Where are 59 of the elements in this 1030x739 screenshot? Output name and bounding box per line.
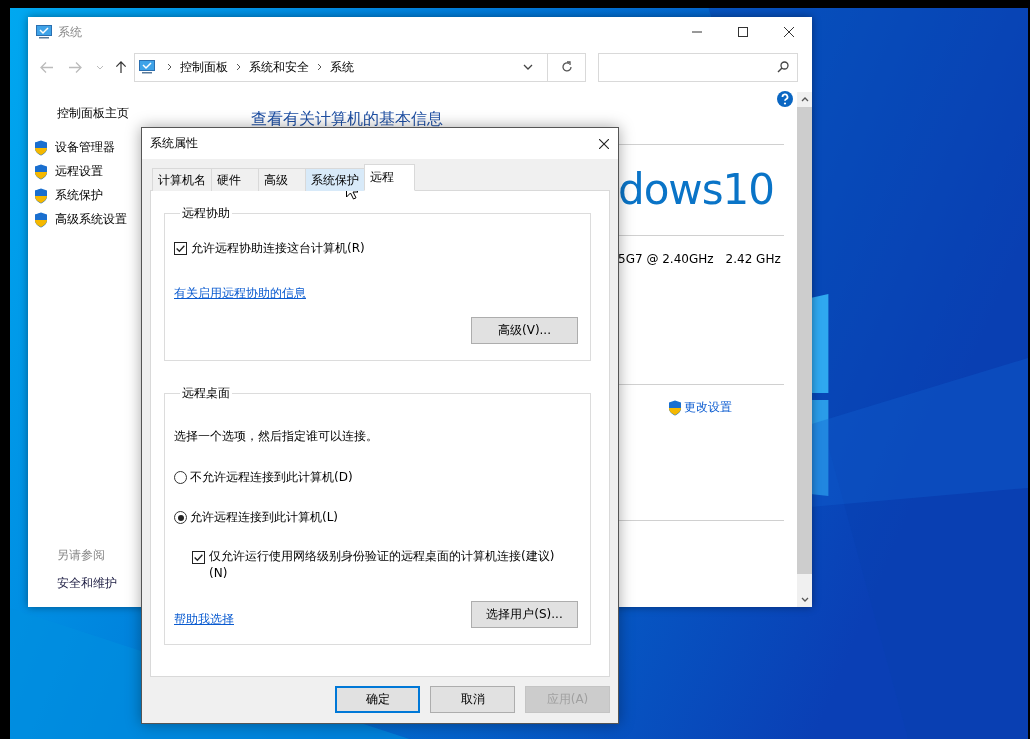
scroll-down-icon[interactable] xyxy=(800,597,809,602)
page-heading: 查看有关计算机的基本信息 xyxy=(251,109,443,130)
sidebar-link[interactable]: 远程设置 xyxy=(55,163,103,180)
radio-button[interactable] xyxy=(174,511,187,524)
breadcrumb-item[interactable]: 系统和安全 xyxy=(249,58,309,76)
change-settings-link[interactable]: 更改设置 xyxy=(684,399,732,416)
sidebar-link[interactable]: 设备管理器 xyxy=(55,139,115,156)
checkbox-label[interactable]: 仅允许运行使用网络级别身份验证的远程桌面的计算机连接(建议)(N) xyxy=(209,548,559,582)
shield-icon xyxy=(34,187,48,204)
search-icon xyxy=(777,61,789,73)
windows-logo-text: dows10 xyxy=(618,164,775,216)
group-label: 远程桌面 xyxy=(181,385,231,402)
tab[interactable]: 高级 xyxy=(258,168,306,191)
dialog-button[interactable]: 确定 xyxy=(335,686,420,713)
checkbox-label[interactable]: 允许远程协助连接这台计算机(R) xyxy=(191,240,365,257)
processor-speed: 2.42 GHz xyxy=(725,252,781,266)
tab[interactable]: 远程 xyxy=(364,164,415,191)
section-heading: 另请参阅 xyxy=(57,547,105,564)
sidebar-link[interactable]: 系统保护 xyxy=(55,187,103,204)
shield-icon xyxy=(668,399,682,416)
checkbox[interactable] xyxy=(174,242,187,255)
shield-icon xyxy=(34,139,48,156)
radio-label[interactable]: 不允许远程连接到此计算机(D) xyxy=(190,469,353,486)
tab[interactable]: 系统保护 xyxy=(305,168,365,191)
refresh-icon xyxy=(560,61,573,73)
breadcrumb-item[interactable]: 系统 xyxy=(330,58,354,76)
group-label: 远程协助 xyxy=(181,205,231,222)
sidebar-link[interactable]: 控制面板主页 xyxy=(57,105,129,122)
scroll-up-icon[interactable] xyxy=(800,97,809,102)
select-users-button[interactable]: 选择用户(S)... xyxy=(471,601,578,628)
search-field[interactable] xyxy=(598,52,798,82)
shield-icon xyxy=(34,163,48,180)
close-icon[interactable] xyxy=(599,138,609,149)
radio-button[interactable] xyxy=(174,471,187,484)
computer-icon xyxy=(36,25,52,39)
radio-label[interactable]: 允许远程连接到此计算机(L) xyxy=(190,509,339,526)
sidebar-link[interactable]: 高级系统设置 xyxy=(55,211,127,228)
window-title: 系统 xyxy=(58,23,82,41)
chevron-icon xyxy=(167,63,172,71)
tab[interactable]: 硬件 xyxy=(211,168,259,191)
chevron-icon xyxy=(236,63,241,71)
dialog-title: 系统属性 xyxy=(150,135,198,152)
sidebar-link[interactable]: 安全和维护 xyxy=(57,575,117,592)
help-link[interactable]: 帮助我选择 xyxy=(174,611,234,628)
breadcrumb-item[interactable]: 控制面板 xyxy=(180,58,228,76)
instruction-text: 选择一个选项，然后指定谁可以连接。 xyxy=(174,428,378,445)
dropdown-icon[interactable] xyxy=(523,64,533,70)
advanced-button[interactable]: 高级(V)... xyxy=(471,317,578,344)
shield-icon xyxy=(34,211,48,228)
address-bar[interactable]: 控制面板 系统和安全 系统 xyxy=(134,52,586,82)
help-icon[interactable] xyxy=(777,91,793,107)
checkbox[interactable] xyxy=(192,551,205,564)
processor-text: 5G7 @ 2.40GHz xyxy=(618,252,714,266)
chevron-icon xyxy=(317,63,322,71)
up-arrow-icon[interactable] xyxy=(114,60,128,74)
info-link[interactable]: 有关启用远程协助的信息 xyxy=(174,285,306,302)
computer-icon xyxy=(139,60,155,74)
tab[interactable]: 计算机名 xyxy=(152,168,212,191)
dialog-button[interactable]: 取消 xyxy=(430,686,515,713)
